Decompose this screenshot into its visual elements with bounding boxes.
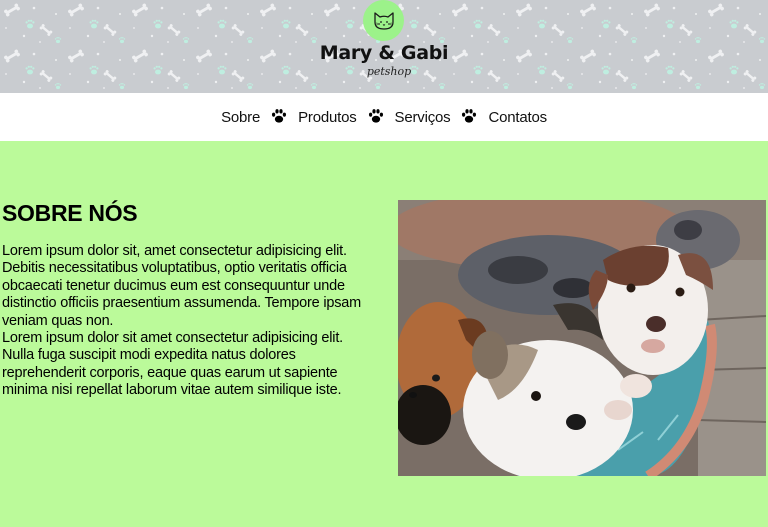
about-paragraph: Lorem ipsum dolor sit, amet consectetur … (2, 243, 361, 329)
paw-icon (368, 109, 383, 123)
nav-link-produtos[interactable]: Produtos (298, 109, 357, 126)
brand-name: Mary & Gabi (319, 42, 449, 64)
cat-icon (373, 11, 394, 30)
about-title: SOBRE NÓS (2, 200, 138, 226)
site-header: Mary & Gabi petshop (0, 0, 768, 93)
about-text: Lorem ipsum dolor sit, amet consectetur … (2, 243, 378, 400)
nav-link-sobre[interactable]: Sobre (221, 109, 260, 126)
puppies-photo (398, 200, 766, 476)
brand-tagline: petshop (366, 65, 412, 78)
nav-link-contatos[interactable]: Contatos (488, 109, 547, 126)
paw-icon (462, 109, 477, 123)
paw-icon (272, 109, 287, 123)
main-nav: Sobre Produtos Serviços Contatos (0, 93, 768, 141)
nav-link-servicos[interactable]: Serviços (395, 109, 451, 126)
puppies-illustration (398, 200, 766, 476)
about-paragraph: Lorem ipsum dolor sit amet consectetur a… (2, 330, 343, 399)
logo-badge[interactable] (363, 0, 404, 41)
